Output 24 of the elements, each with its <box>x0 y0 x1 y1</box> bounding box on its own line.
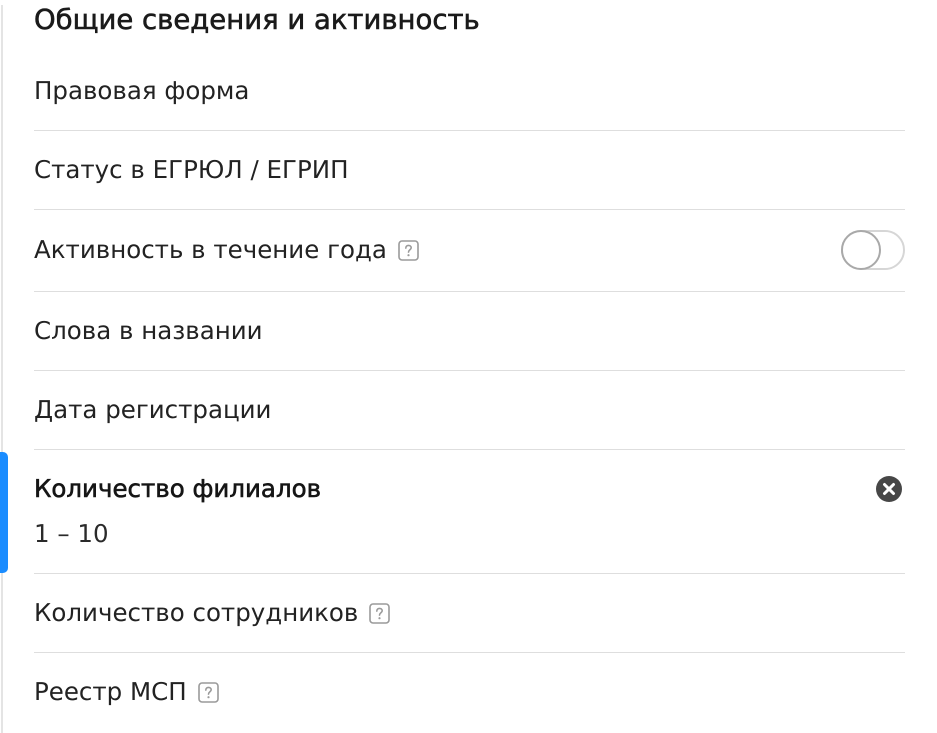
filter-label: Правовая форма <box>34 76 250 106</box>
filter-item[interactable]: Слова в названии <box>34 292 905 371</box>
filter-label: Количество филиалов <box>34 474 322 504</box>
clear-button[interactable] <box>875 475 903 503</box>
filter-label: Реестр МСП <box>34 677 187 707</box>
clear-icon <box>875 475 903 503</box>
help-icon[interactable] <box>369 602 390 624</box>
filter-item[interactable]: Правовая форма <box>34 52 905 131</box>
filter-item[interactable]: Количество сотрудников <box>34 574 905 653</box>
filter-value: 1 – 10 <box>34 519 109 549</box>
filter-label: Количество сотрудников <box>34 598 358 628</box>
help-icon[interactable] <box>198 682 219 702</box>
filter-label: Слова в названии <box>34 316 263 346</box>
filter-label: Активность в течение года <box>34 235 387 265</box>
filter-item[interactable]: Активность в течение года <box>34 210 905 292</box>
toggle-switch[interactable] <box>841 230 905 270</box>
filter-item[interactable]: Реестр МСП <box>34 653 905 731</box>
filter-label: Дата регистрации <box>34 395 272 425</box>
filter-label: Статус в ЕГРЮЛ / ЕГРИП <box>34 155 348 185</box>
filter-item[interactable]: Количество филиалов 1 – 10 <box>34 450 905 574</box>
filter-item[interactable]: Статус в ЕГРЮЛ / ЕГРИП <box>34 131 905 210</box>
section-title: Общие сведения и активность <box>34 5 480 36</box>
filter-item[interactable]: Дата регистрации <box>34 371 905 450</box>
help-icon[interactable] <box>398 240 419 260</box>
